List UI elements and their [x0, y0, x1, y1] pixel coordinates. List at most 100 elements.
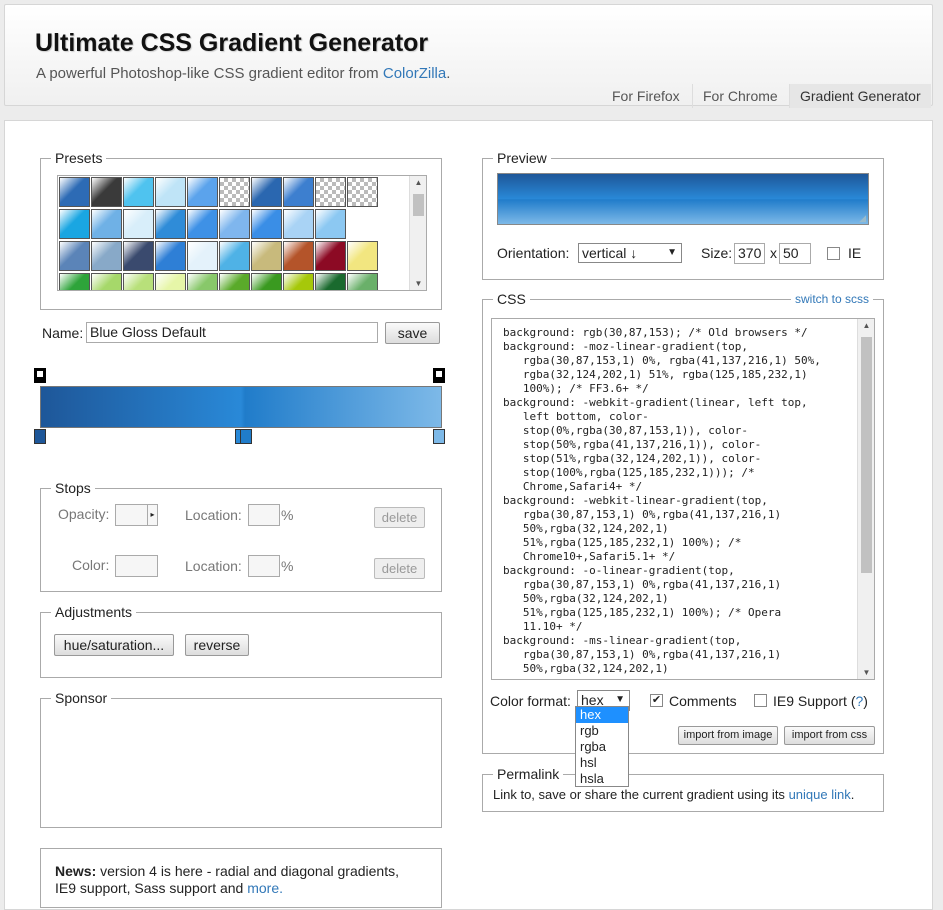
preset-swatch[interactable] — [315, 241, 346, 271]
gradient-editor-bar[interactable] — [40, 386, 442, 428]
css-scroll-thumb[interactable] — [861, 337, 872, 573]
ie-checkbox[interactable] — [827, 247, 840, 260]
preset-swatch[interactable] — [251, 177, 282, 207]
css-scroll-up-icon[interactable]: ▲ — [858, 321, 874, 330]
gradient-name-input[interactable]: Blue Gloss Default — [86, 322, 378, 343]
preset-swatch[interactable] — [315, 273, 346, 290]
color-input[interactable] — [115, 555, 158, 577]
size-x: x — [770, 245, 777, 261]
css-code[interactable]: background: rgb(30,87,153); /* Old brows… — [503, 326, 848, 676]
preset-swatch[interactable] — [315, 209, 346, 239]
preset-swatch[interactable] — [347, 177, 378, 207]
preset-swatch[interactable] — [187, 177, 218, 207]
preset-swatch[interactable] — [315, 177, 346, 207]
delete-opacity-stop-button[interactable]: delete — [374, 507, 425, 528]
preset-swatch[interactable] — [91, 177, 122, 207]
height-input[interactable]: 50 — [779, 243, 811, 264]
format-option-hsla[interactable]: hsla — [576, 771, 628, 787]
preset-swatch[interactable] — [123, 273, 154, 290]
preset-swatch[interactable] — [283, 273, 314, 290]
format-option-rgb[interactable]: rgb — [576, 723, 628, 739]
presets-scrollbar[interactable]: ▲ ▼ — [409, 176, 426, 290]
preset-swatch[interactable] — [91, 241, 122, 271]
preset-swatch[interactable] — [155, 209, 186, 239]
color-format-label: Color format: — [490, 693, 571, 709]
preset-swatch[interactable] — [59, 209, 90, 239]
color-stop-0[interactable] — [34, 429, 46, 444]
width-input[interactable]: 370 — [734, 243, 765, 264]
import-from-image-button[interactable]: import from image — [678, 726, 778, 745]
permalink-legend: Permalink — [493, 766, 564, 782]
preset-swatch[interactable] — [155, 273, 186, 290]
preset-swatch[interactable] — [347, 241, 378, 271]
preset-swatch[interactable] — [155, 241, 186, 271]
opacity-location-input[interactable] — [248, 504, 280, 526]
preset-swatch[interactable] — [59, 177, 90, 207]
preset-swatch[interactable] — [251, 209, 282, 239]
color-format-dropdown[interactable]: hex rgb rgba hsl hsla — [575, 706, 629, 787]
permalink-panel: Permalink Link to, save or share the cur… — [482, 766, 884, 812]
unique-link[interactable]: unique link — [789, 787, 851, 802]
hue-saturation-button[interactable]: hue/saturation... — [54, 634, 174, 656]
preset-swatch[interactable] — [283, 209, 314, 239]
comments-label: Comments — [669, 693, 737, 709]
ie9-close-paren: ) — [863, 693, 868, 709]
save-button[interactable]: save — [385, 322, 440, 344]
preset-swatch[interactable] — [251, 241, 282, 271]
opacity-stop-left[interactable] — [34, 368, 46, 383]
color-stop-100[interactable] — [433, 429, 445, 444]
preset-swatch[interactable] — [347, 273, 378, 290]
preset-swatch[interactable] — [123, 241, 154, 271]
color-stop-51[interactable] — [240, 429, 252, 444]
color-location-input[interactable] — [248, 555, 280, 577]
permalink-text: Link to, save or share the current gradi… — [493, 787, 854, 802]
css-code-box[interactable]: background: rgb(30,87,153); /* Old brows… — [491, 318, 875, 680]
opacity-spin-icon[interactable]: ▸ — [147, 505, 157, 525]
nav-tab-firefox[interactable]: For Firefox — [602, 84, 690, 108]
switch-to-scss-link[interactable]: switch to scss — [790, 292, 873, 306]
preset-swatch[interactable] — [187, 273, 218, 290]
preview-panel: Preview ◢ Orientation: vertical ↓ ▼ Size:… — [482, 150, 884, 280]
preset-swatch[interactable] — [219, 241, 250, 271]
css-scroll-down-icon[interactable]: ▼ — [858, 668, 874, 677]
preset-swatch[interactable] — [219, 177, 250, 207]
preset-swatch[interactable] — [219, 273, 250, 290]
import-from-css-button[interactable]: import from css — [784, 726, 875, 745]
opacity-input[interactable]: ▸ — [115, 504, 158, 526]
preset-swatch[interactable] — [187, 209, 218, 239]
preset-swatch[interactable] — [59, 273, 90, 290]
format-option-rgba[interactable]: rgba — [576, 739, 628, 755]
nav-tab-chrome[interactable]: For Chrome — [692, 84, 788, 108]
preset-swatch[interactable] — [283, 177, 314, 207]
format-option-hex[interactable]: hex — [576, 707, 628, 723]
preset-swatch[interactable] — [91, 209, 122, 239]
news-line-2: IE9 support, Sass support and more. — [55, 880, 283, 896]
delete-color-stop-button[interactable]: delete — [374, 558, 425, 579]
orientation-select[interactable]: vertical ↓ ▼ — [578, 243, 682, 263]
opacity-stop-right[interactable] — [433, 368, 445, 383]
resize-grip-icon[interactable]: ◢ — [859, 213, 866, 224]
preset-swatch[interactable] — [155, 177, 186, 207]
preset-swatch[interactable] — [283, 241, 314, 271]
scroll-down-icon[interactable]: ▼ — [410, 279, 426, 288]
preset-swatch[interactable] — [219, 209, 250, 239]
preset-swatch[interactable] — [251, 273, 282, 290]
nav-tab-gradient-generator[interactable]: Gradient Generator — [789, 84, 931, 108]
news-more-link[interactable]: more. — [247, 880, 283, 896]
comments-checkbox[interactable]: ✔ — [650, 694, 663, 707]
scroll-thumb[interactable] — [413, 194, 424, 216]
gradient-preview[interactable]: ◢ — [497, 173, 869, 225]
preset-swatch[interactable] — [91, 273, 122, 290]
presets-grid: ▲ ▼ — [57, 175, 427, 291]
preset-swatch[interactable] — [59, 241, 90, 271]
preset-swatch[interactable] — [123, 209, 154, 239]
scroll-up-icon[interactable]: ▲ — [410, 178, 426, 187]
reverse-button[interactable]: reverse — [185, 634, 249, 656]
format-option-hsl[interactable]: hsl — [576, 755, 628, 771]
chevron-down-icon: ▼ — [667, 247, 677, 258]
colorzilla-link[interactable]: ColorZilla — [383, 65, 446, 82]
ie9-support-checkbox[interactable] — [754, 694, 767, 707]
preset-swatch[interactable] — [123, 177, 154, 207]
css-scrollbar[interactable]: ▲ ▼ — [857, 319, 874, 679]
preset-swatch[interactable] — [187, 241, 218, 271]
